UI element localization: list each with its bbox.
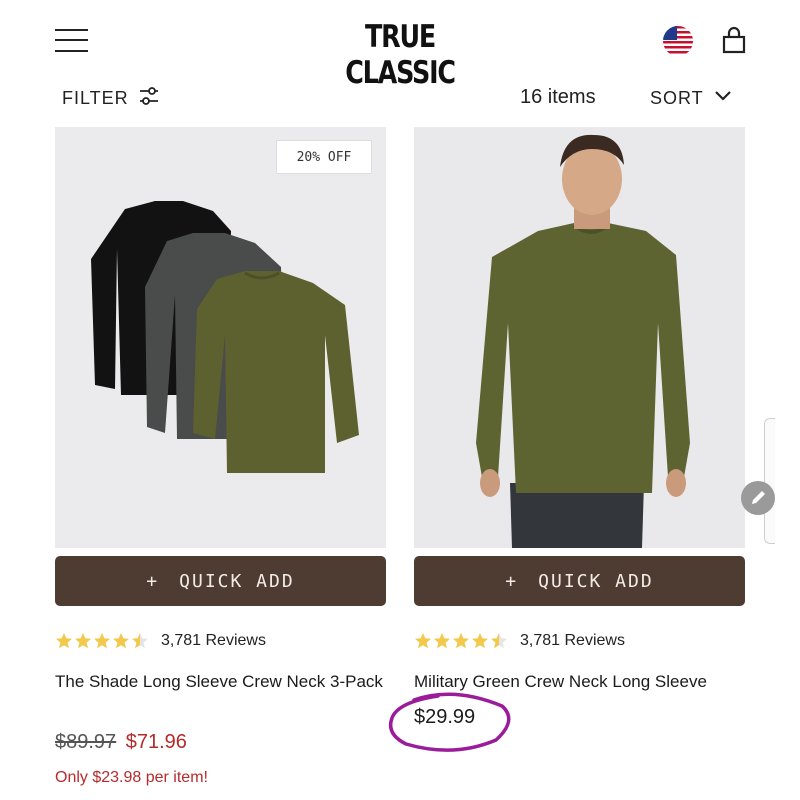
sort-label: SORT — [650, 87, 704, 108]
quick-add-button[interactable]: + QUICK ADD — [55, 556, 386, 606]
model-wearing-green-shirt-image — [414, 127, 745, 548]
brand-logo[interactable]: TRUE CLASSIC — [318, 19, 482, 91]
us-flag-icon[interactable] — [662, 25, 694, 57]
handdrawn-circle-annotation — [384, 686, 516, 761]
reviews-count: 3,781 Reviews — [520, 632, 625, 649]
filter-label: FILTER — [62, 87, 129, 108]
rating-row[interactable]: 3,781 Reviews — [55, 632, 266, 650]
pencil-icon — [752, 491, 765, 504]
sale-price: $71.96 — [125, 731, 187, 753]
shopping-bag-icon[interactable] — [720, 26, 748, 56]
plus-icon: + — [146, 570, 160, 592]
price-row: $89.97 $71.96 — [55, 731, 187, 754]
hamburger-menu-button[interactable] — [55, 27, 89, 55]
discount-badge: 20% OFF — [276, 140, 372, 174]
star-rating-icon — [55, 632, 151, 650]
reviews-count: 3,781 Reviews — [161, 632, 266, 649]
items-count: 16 items — [520, 86, 596, 108]
plus-icon: + — [505, 570, 519, 592]
quick-add-button[interactable]: + QUICK ADD — [414, 556, 745, 606]
per-item-price-note: Only $23.98 per item! — [55, 769, 208, 786]
edit-pencil-button[interactable] — [741, 481, 775, 515]
product-image-military-green[interactable] — [414, 127, 745, 548]
three-long-sleeve-shirts-image — [91, 201, 359, 473]
product-title[interactable]: The Shade Long Sleeve Crew Neck 3-Pack — [55, 669, 390, 694]
chevron-down-icon — [714, 89, 732, 107]
filter-button[interactable]: FILTER — [62, 84, 161, 112]
original-price: $89.97 — [55, 731, 117, 753]
star-rating-icon — [414, 632, 510, 650]
quick-add-label: QUICK ADD — [179, 570, 295, 592]
sliders-icon — [137, 84, 161, 113]
quick-add-label: QUICK ADD — [538, 570, 654, 592]
sort-button[interactable]: SORT — [650, 84, 732, 112]
product-image-shade-3-pack[interactable]: 20% OFF — [55, 127, 386, 548]
rating-row[interactable]: 3,781 Reviews — [414, 632, 625, 650]
